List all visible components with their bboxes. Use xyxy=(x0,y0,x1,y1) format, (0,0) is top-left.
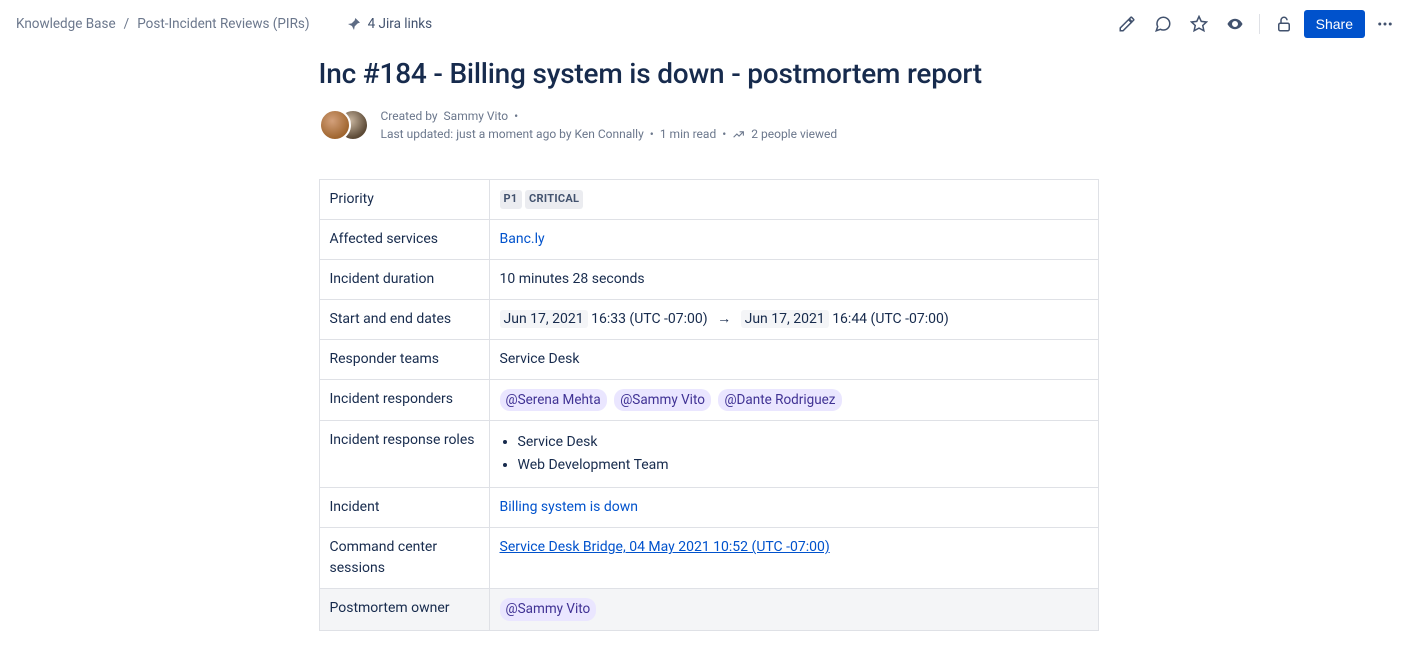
avatar[interactable] xyxy=(319,109,351,141)
mention[interactable]: @Sammy Vito xyxy=(500,598,597,620)
label-owner: Postmortem owner xyxy=(319,589,489,630)
jira-links-label: Jira links xyxy=(379,16,433,32)
edit-button[interactable] xyxy=(1111,8,1143,40)
incident-link[interactable]: Billing system is down xyxy=(500,499,638,515)
list-item: Web Development Team xyxy=(518,455,1088,476)
comment-icon xyxy=(1154,15,1172,33)
label-roles: Incident response roles xyxy=(319,421,489,488)
mention[interactable]: @Serena Mehta xyxy=(500,389,607,411)
label-teams: Responder teams xyxy=(319,340,489,380)
more-icon xyxy=(1376,15,1394,33)
comment-button[interactable] xyxy=(1147,8,1179,40)
eye-icon xyxy=(1226,15,1244,33)
jira-links[interactable]: 4 Jira links xyxy=(346,16,433,32)
affected-service-link[interactable]: Banc.ly xyxy=(500,231,545,247)
priority-severity-badge: CRITICAL xyxy=(525,190,583,209)
page-title: Inc #184 - Billing system is down - post… xyxy=(319,56,1099,91)
end-date-chip: Jun 17, 2021 xyxy=(741,310,829,328)
created-by-label: Created by xyxy=(381,107,438,125)
label-affected-services: Affected services xyxy=(319,220,489,260)
breadcrumb-root[interactable]: Knowledge Base xyxy=(16,16,116,32)
breadcrumb-separator: / xyxy=(124,16,130,32)
last-updated-value[interactable]: just a moment ago by Ken Connally xyxy=(456,127,644,141)
value-teams: Service Desk xyxy=(489,340,1098,380)
analytics-icon xyxy=(732,128,745,141)
end-time: 16:44 (UTC -07:00) xyxy=(832,311,949,327)
pin-icon xyxy=(346,16,362,32)
list-item: Service Desk xyxy=(518,432,1088,453)
viewers-count[interactable]: 2 people viewed xyxy=(751,125,837,143)
value-responders: @Serena Mehta @Sammy Vito @Dante Rodrigu… xyxy=(489,380,1098,421)
value-roles: Service Desk Web Development Team xyxy=(489,421,1098,488)
toolbar-divider xyxy=(1259,14,1260,34)
restrictions-button[interactable] xyxy=(1268,8,1300,40)
start-time: 16:33 (UTC -07:00) xyxy=(591,311,708,327)
label-incident: Incident xyxy=(319,488,489,528)
breadcrumb-current[interactable]: Post-Incident Reviews (PIRs) xyxy=(137,16,309,32)
avatar-stack[interactable] xyxy=(319,109,367,141)
value-duration: 10 minutes 28 seconds xyxy=(489,260,1098,300)
created-by-author[interactable]: Sammy Vito xyxy=(444,107,509,125)
more-actions-button[interactable] xyxy=(1369,8,1401,40)
metadata-table: Priority P1 CRITICAL Affected services B… xyxy=(319,179,1099,631)
label-duration: Incident duration xyxy=(319,260,489,300)
pencil-icon xyxy=(1118,15,1136,33)
star-button[interactable] xyxy=(1183,8,1215,40)
last-updated-label: Last updated: xyxy=(381,127,457,141)
lock-open-icon xyxy=(1275,15,1293,33)
watch-button[interactable] xyxy=(1219,8,1251,40)
share-button[interactable]: Share xyxy=(1304,10,1365,38)
label-sessions: Command center sessions xyxy=(319,528,489,589)
label-priority: Priority xyxy=(319,180,489,220)
label-responders: Incident responders xyxy=(319,380,489,421)
label-dates: Start and end dates xyxy=(319,300,489,340)
arrow-icon: → xyxy=(717,311,731,327)
session-link[interactable]: Service Desk Bridge, 04 May 2021 10:52 (… xyxy=(500,539,830,555)
read-time: 1 min read xyxy=(660,125,716,143)
start-date-chip: Jun 17, 2021 xyxy=(500,310,588,328)
breadcrumb: Knowledge Base / Post-Incident Reviews (… xyxy=(16,16,310,32)
byline: Created by Sammy Vito • Last updated: ju… xyxy=(381,107,838,143)
priority-p1-badge: P1 xyxy=(500,190,522,209)
jira-links-count: 4 xyxy=(368,16,376,32)
value-dates: Jun 17, 2021 16:33 (UTC -07:00) → Jun 17… xyxy=(489,300,1098,340)
mention[interactable]: @Dante Rodriguez xyxy=(718,389,841,411)
value-priority: P1 CRITICAL xyxy=(489,180,1098,220)
star-icon xyxy=(1190,15,1208,33)
mention[interactable]: @Sammy Vito xyxy=(614,389,711,411)
